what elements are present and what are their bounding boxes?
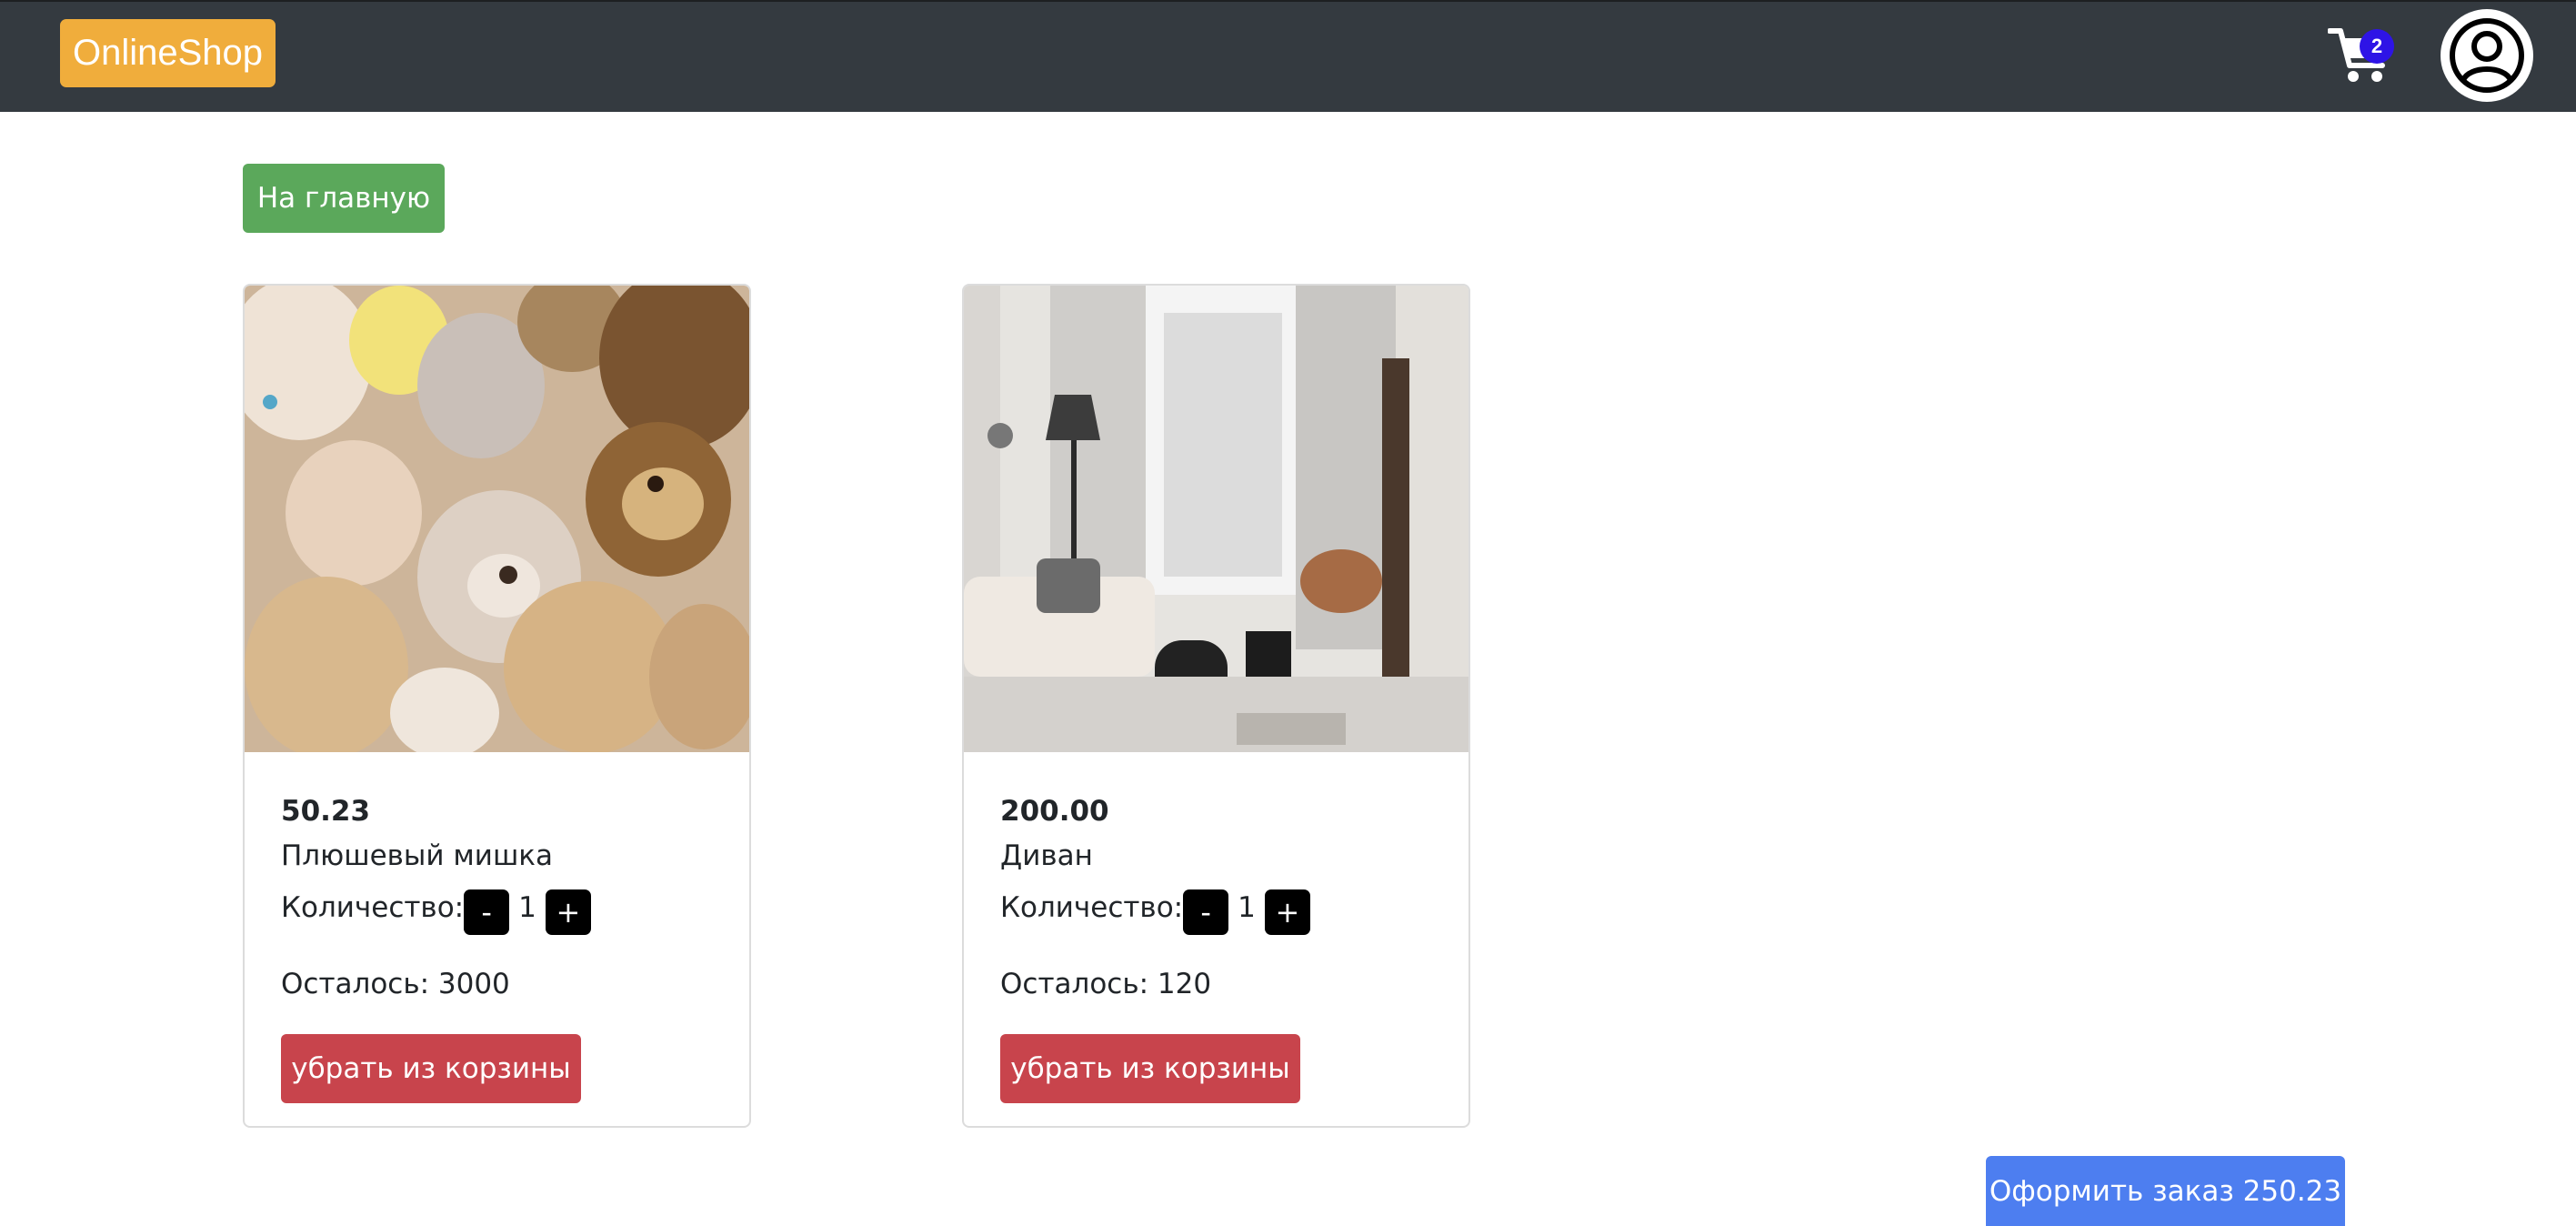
quantity-label: Количество:: [281, 891, 465, 924]
stock-remaining: Осталось: 120: [1000, 968, 1212, 1000]
increase-quantity-button[interactable]: +: [545, 889, 591, 935]
decrease-quantity-button[interactable]: -: [1183, 889, 1229, 935]
remove-from-cart-button[interactable]: убрать из корзины: [1000, 1034, 1300, 1103]
product-price: 200.00: [1000, 795, 1109, 828]
stock-remaining: Осталось: 3000: [281, 968, 510, 1000]
cart-count-badge: 2: [2360, 29, 2394, 64]
profile-button[interactable]: [2441, 9, 2533, 102]
cart-product-card: 50.23 Плюшевый мишка Количество: - 1 + О…: [243, 284, 751, 1128]
decrease-quantity-button[interactable]: -: [464, 889, 510, 935]
product-image: [245, 286, 749, 752]
product-image: [964, 286, 1468, 752]
increase-quantity-button[interactable]: +: [1264, 889, 1310, 935]
quantity-value: 1: [518, 891, 536, 924]
cart-button[interactable]: 2: [2328, 25, 2401, 85]
checkout-button[interactable]: Оформить заказ 250.23: [1986, 1156, 2345, 1226]
remove-from-cart-button[interactable]: убрать из корзины: [281, 1034, 581, 1103]
user-circle-icon: [2450, 18, 2524, 93]
navbar: OnlineShop 2: [0, 0, 2576, 112]
quantity-row: Количество: - 1 +: [1000, 880, 1310, 935]
quantity-label: Количество:: [1000, 891, 1184, 924]
product-name: Плюшевый мишка: [281, 839, 554, 872]
quantity-value: 1: [1238, 891, 1256, 924]
product-name: Диван: [1000, 839, 1093, 872]
brand-logo[interactable]: OnlineShop: [60, 19, 276, 87]
home-button[interactable]: На главную: [243, 164, 445, 233]
product-price: 50.23: [281, 795, 371, 828]
cart-product-card: 200.00 Диван Количество: - 1 + Осталось:…: [962, 284, 1470, 1128]
quantity-row: Количество: - 1 +: [281, 880, 591, 935]
